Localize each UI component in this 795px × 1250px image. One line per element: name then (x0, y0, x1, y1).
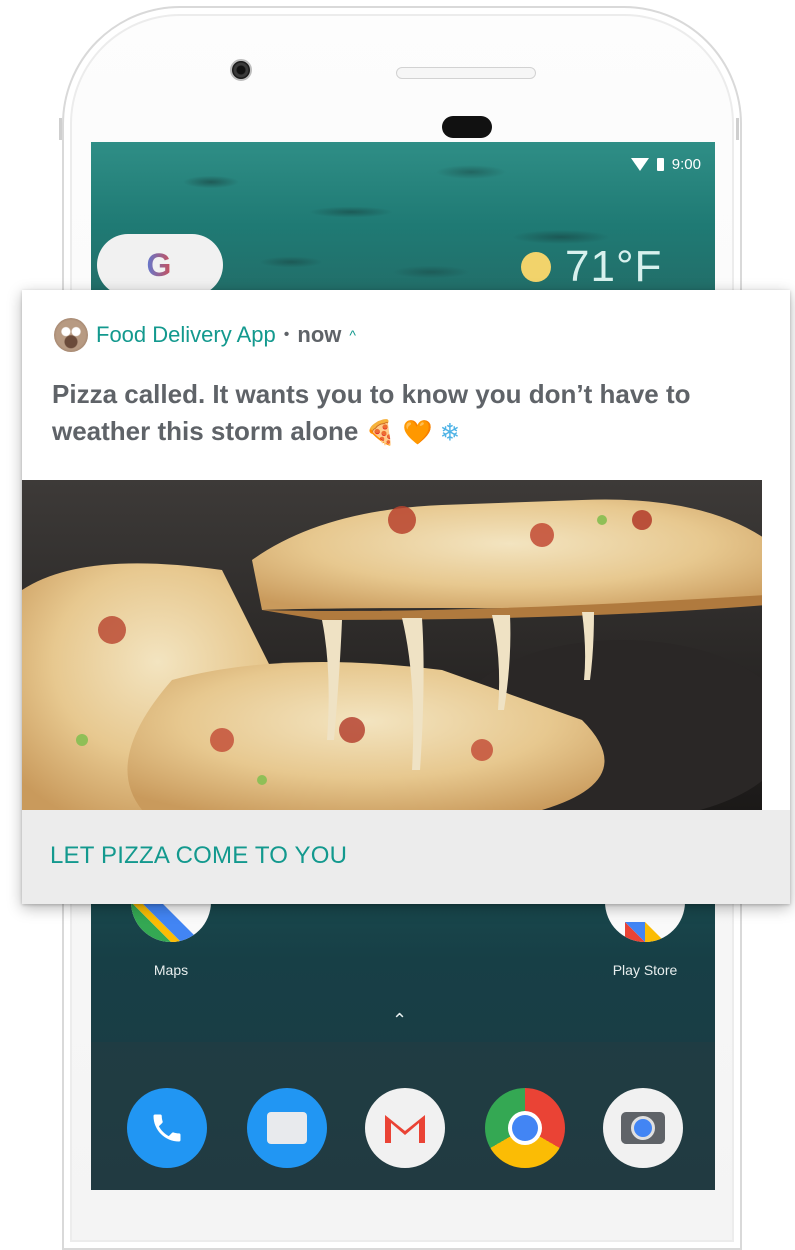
app-label-maps: Maps (153, 962, 189, 978)
notification-card[interactable]: Food Delivery App • now ^ Pizza called. … (22, 290, 790, 904)
notification-time: now (297, 322, 342, 347)
heart-emoji: 🧡 (402, 419, 433, 447)
separator-dot: • (283, 326, 290, 343)
notification-action-bar: LET PIZZA COME TO YOU (22, 810, 790, 904)
camera-icon[interactable] (603, 1088, 683, 1168)
wifi-icon (630, 157, 649, 171)
pizza-photo (22, 480, 762, 810)
status-bar: 9:00 (630, 154, 701, 174)
app-label-play-store: Play Store (612, 962, 678, 978)
status-time: 9:00 (671, 155, 701, 173)
messages-icon[interactable] (247, 1088, 327, 1168)
sun-icon (521, 252, 551, 282)
app-avatar-icon (54, 318, 88, 352)
expand-chevron-icon[interactable]: ^ (349, 327, 356, 343)
weather-widget[interactable]: 71°F (521, 242, 662, 292)
side-button-left (59, 118, 62, 140)
weather-temp: 71°F (565, 242, 663, 291)
pizza-image-graphic (22, 480, 762, 810)
let-pizza-come-button[interactable]: LET PIZZA COME TO YOU (50, 842, 347, 870)
battery-icon (656, 157, 664, 171)
notification-header: Food Delivery App • now ^ (54, 318, 356, 352)
pizza-emoji: 🍕 (365, 419, 396, 447)
proximity-sensor (442, 116, 492, 138)
app-name: Food Delivery App (96, 322, 276, 347)
gmail-icon[interactable] (365, 1088, 445, 1168)
phone-icon[interactable] (127, 1088, 207, 1168)
dock (91, 1042, 715, 1190)
front-camera (230, 59, 252, 81)
app-drawer-chevron-icon[interactable]: ⌃ (392, 1010, 407, 1031)
snowflake-emoji: ❄ (439, 419, 460, 447)
earpiece-speaker (396, 67, 536, 79)
notification-message: Pizza called. It wants you to know you d… (52, 376, 762, 452)
google-icon: G (139, 242, 179, 288)
google-search-pill[interactable]: G (97, 234, 223, 296)
chrome-icon[interactable] (485, 1088, 565, 1168)
side-button-right (736, 118, 739, 140)
